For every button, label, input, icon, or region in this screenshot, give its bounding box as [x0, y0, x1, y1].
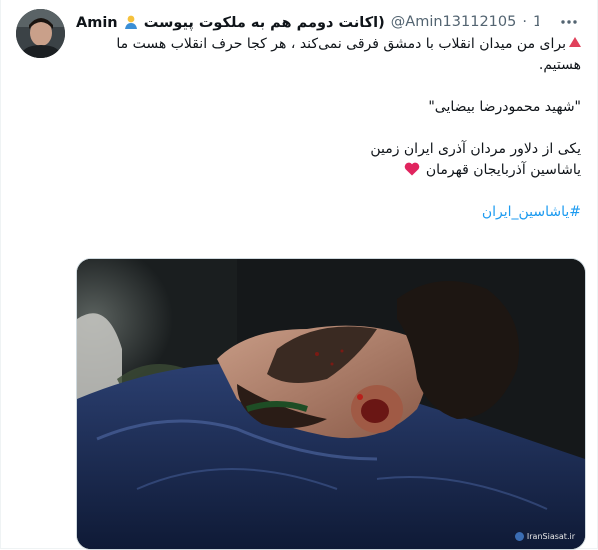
avatar-image: [16, 9, 65, 58]
tweet-text: برای من میدان انقلاب با دمشق فرقی نمی‌کن…: [76, 34, 581, 223]
more-icon: [561, 20, 577, 24]
red-heart-icon: [404, 162, 420, 176]
red-triangle-icon: [569, 37, 581, 47]
tweet-line-1: برای من میدان انقلاب با دمشق فرقی نمی‌کن…: [76, 34, 581, 76]
person-emoji-icon: [123, 14, 139, 30]
more-options-button[interactable]: [559, 12, 579, 32]
photo-watermark: IranSiasat.ir: [514, 532, 575, 541]
photo-image: [77, 259, 585, 549]
tweet-line-4-text: یاشاسین آذربایجان قهرمان: [425, 162, 581, 178]
avatar[interactable]: [16, 9, 65, 58]
display-name-text[interactable]: Amin: [76, 15, 118, 31]
display-name[interactable]: Amin (اکانت دومم هم به ملکوت پیوست: [76, 14, 385, 31]
tweet-photo[interactable]: IranSiasat.ir: [76, 258, 586, 550]
watermark-text: IranSiasat.ir: [526, 532, 575, 541]
tweet-header: Amin (اکانت دومم هم به ملکوت پیوست @Amin…: [76, 11, 539, 33]
tweet[interactable]: Amin (اکانت دومم هم به ملکوت پیوست @Amin…: [0, 0, 598, 550]
tweet-line-2: "شهید محمودرضا بیضایی": [428, 99, 581, 115]
watermark-logo-icon: [514, 532, 524, 541]
tweet-line-4: یاشاسین آذربایجان قهرمان: [76, 160, 581, 181]
hashtag-link[interactable]: #یاشاسین_ایران: [482, 204, 581, 220]
tweet-line-1-text: برای من میدان انقلاب با دمشق فرقی نمی‌کن…: [116, 36, 581, 73]
separator-dot: ·: [522, 14, 527, 30]
user-handle[interactable]: @Amin13112105: [391, 14, 517, 30]
tweet-line-3: یکی از دلاور مردان آذری ایران زمین: [370, 141, 581, 157]
display-name-suffix[interactable]: (اکانت دومم هم به ملکوت پیوست: [144, 15, 385, 31]
timestamp[interactable]: 18h: [533, 14, 539, 30]
